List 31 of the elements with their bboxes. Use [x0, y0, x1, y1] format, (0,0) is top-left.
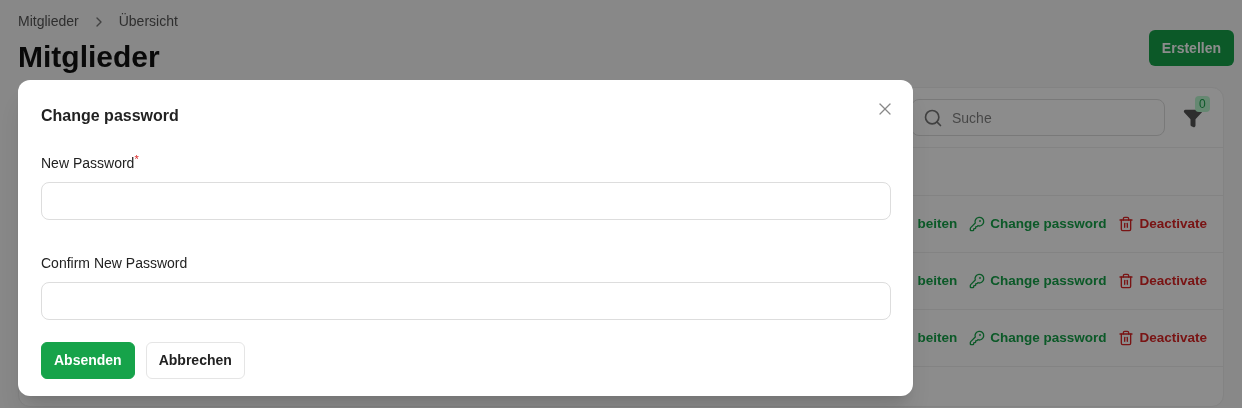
- deactivate-link[interactable]: Deactivate: [1118, 213, 1207, 235]
- search-icon: [923, 108, 943, 128]
- deactivate-link[interactable]: Deactivate: [1118, 327, 1207, 349]
- trash-icon: [1118, 273, 1135, 289]
- edit-link[interactable]: beiten: [917, 270, 958, 292]
- key-icon: [969, 216, 986, 232]
- required-mark: *: [134, 154, 139, 165]
- password-field[interactable]: [41, 282, 891, 320]
- page-title: Mitglieder: [18, 39, 160, 75]
- trash-icon: [1118, 216, 1135, 232]
- create-button[interactable]: Erstellen: [1148, 30, 1234, 66]
- breadcrumb-item[interactable]: Mitglieder: [18, 11, 79, 32]
- edit-link[interactable]: beiten: [917, 327, 958, 349]
- submit-button[interactable]: Absenden: [41, 342, 135, 379]
- filter-count-badge: 0: [1195, 95, 1210, 112]
- filter-icon[interactable]: [1183, 107, 1203, 128]
- change-password-link[interactable]: Change password: [969, 213, 1107, 235]
- cancel-button[interactable]: Abbrechen: [145, 342, 245, 379]
- dialog-title: Change password: [41, 106, 180, 126]
- password-field[interactable]: [41, 182, 891, 220]
- trash-icon: [1118, 330, 1135, 346]
- breadcrumb-item[interactable]: Übersicht: [118, 11, 178, 32]
- search-field[interactable]: Suche: [911, 99, 1165, 136]
- edit-link[interactable]: beiten: [917, 213, 958, 235]
- key-icon: [969, 273, 986, 289]
- field-label: Confirm New Password: [41, 254, 188, 272]
- key-icon: [969, 330, 986, 346]
- deactivate-link[interactable]: Deactivate: [1118, 270, 1207, 292]
- change-password-link[interactable]: Change password: [969, 327, 1107, 349]
- change-password-link[interactable]: Change password: [969, 270, 1107, 292]
- field-label: New Password: [41, 154, 135, 172]
